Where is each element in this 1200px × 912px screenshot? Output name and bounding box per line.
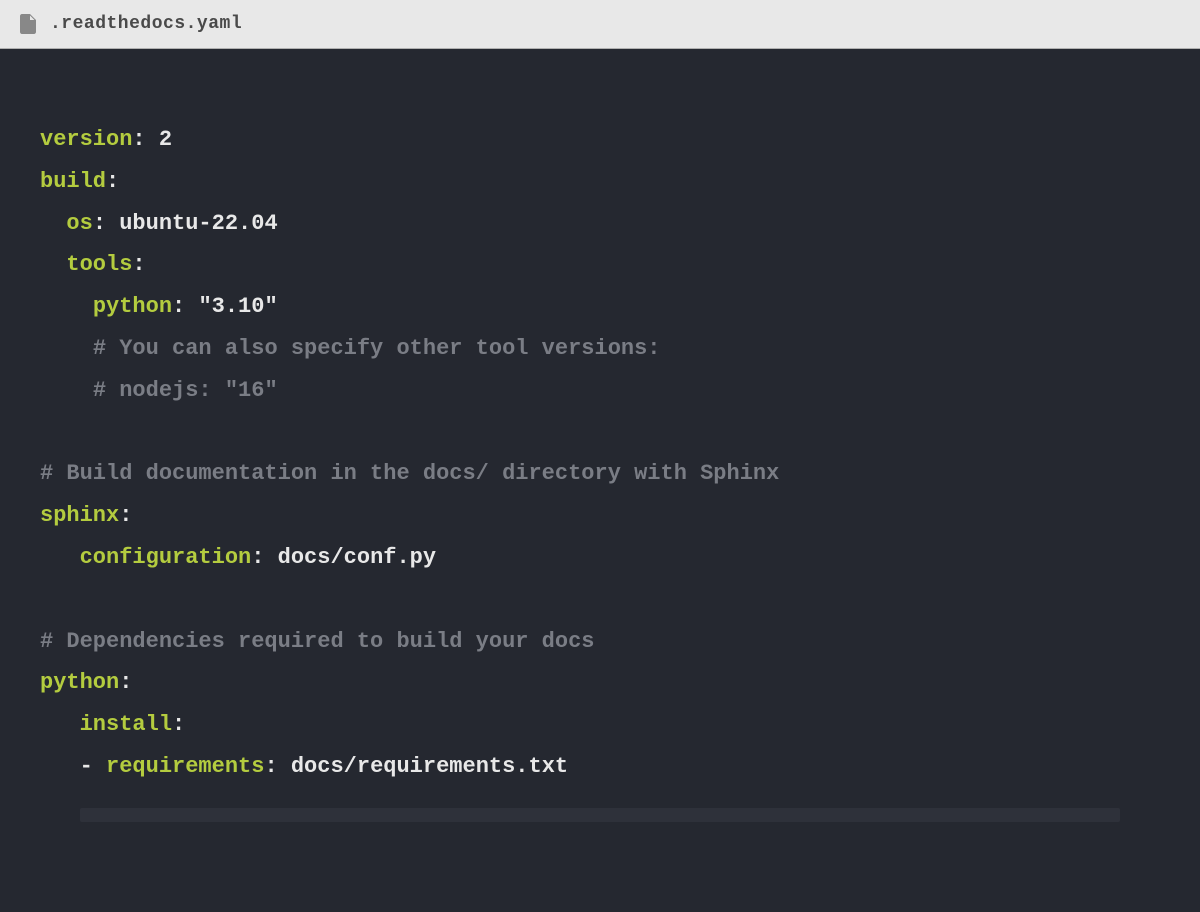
yaml-key: version: [40, 127, 132, 152]
yaml-value: 2: [159, 127, 172, 152]
yaml-value: docs/requirements.txt: [291, 754, 568, 779]
yaml-punct: :: [172, 712, 185, 737]
yaml-indent: [40, 294, 93, 319]
code-line: python: "3.10": [40, 286, 1160, 328]
code-line: # nodejs: "16": [40, 370, 1160, 412]
yaml-key: tools: [66, 252, 132, 277]
code-line: tools:: [40, 244, 1160, 286]
yaml-punct: :: [251, 545, 277, 570]
yaml-key: sphinx: [40, 503, 119, 528]
code-line-blank: [40, 412, 1160, 454]
yaml-key: python: [93, 294, 172, 319]
yaml-key: python: [40, 670, 119, 695]
yaml-key: configuration: [80, 545, 252, 570]
yaml-value: ubuntu-22.04: [119, 211, 277, 236]
yaml-punct: :: [93, 211, 119, 236]
yaml-indent: [40, 252, 66, 277]
yaml-comment: # Build documentation in the docs/ direc…: [40, 461, 779, 486]
code-line: build:: [40, 161, 1160, 203]
code-line: - requirements: docs/requirements.txt: [40, 746, 1160, 788]
yaml-punct: :: [119, 503, 132, 528]
yaml-punct: :: [106, 169, 119, 194]
file-header: .readthedocs.yaml: [0, 0, 1200, 49]
yaml-key: install: [80, 712, 172, 737]
code-line: # Dependencies required to build your do…: [40, 621, 1160, 663]
code-line: sphinx:: [40, 495, 1160, 537]
yaml-punct: :: [264, 754, 290, 779]
yaml-comment: # nodejs: "16": [93, 378, 278, 403]
yaml-key: requirements: [106, 754, 264, 779]
code-line: # You can also specify other tool versio…: [40, 328, 1160, 370]
code-line: python:: [40, 662, 1160, 704]
filename-label: .readthedocs.yaml: [50, 14, 242, 34]
yaml-indent: [40, 336, 93, 361]
code-line: install:: [40, 704, 1160, 746]
yaml-punct: :: [132, 252, 145, 277]
code-line: # Build documentation in the docs/ direc…: [40, 453, 1160, 495]
code-line-blank: [40, 579, 1160, 621]
yaml-key: build: [40, 169, 106, 194]
horizontal-scrollbar[interactable]: [80, 808, 1120, 822]
yaml-string: "3.10": [198, 294, 277, 319]
yaml-indent: [40, 378, 93, 403]
yaml-indent: [40, 754, 80, 779]
yaml-punct: :: [172, 294, 198, 319]
file-icon: [20, 14, 36, 34]
yaml-key: os: [66, 211, 92, 236]
yaml-comment: # Dependencies required to build your do…: [40, 629, 595, 654]
code-viewer[interactable]: version: 2 build: os: ubuntu-22.04 tools…: [0, 49, 1200, 862]
yaml-value: docs/conf.py: [278, 545, 436, 570]
yaml-indent: [40, 712, 80, 737]
yaml-indent: [40, 211, 66, 236]
code-line: os: ubuntu-22.04: [40, 203, 1160, 245]
yaml-indent: [40, 545, 80, 570]
yaml-punct: :: [132, 127, 158, 152]
yaml-dash: -: [80, 754, 106, 779]
yaml-comment: # You can also specify other tool versio…: [93, 336, 661, 361]
code-line: configuration: docs/conf.py: [40, 537, 1160, 579]
yaml-punct: :: [119, 670, 132, 695]
code-line: version: 2: [40, 119, 1160, 161]
